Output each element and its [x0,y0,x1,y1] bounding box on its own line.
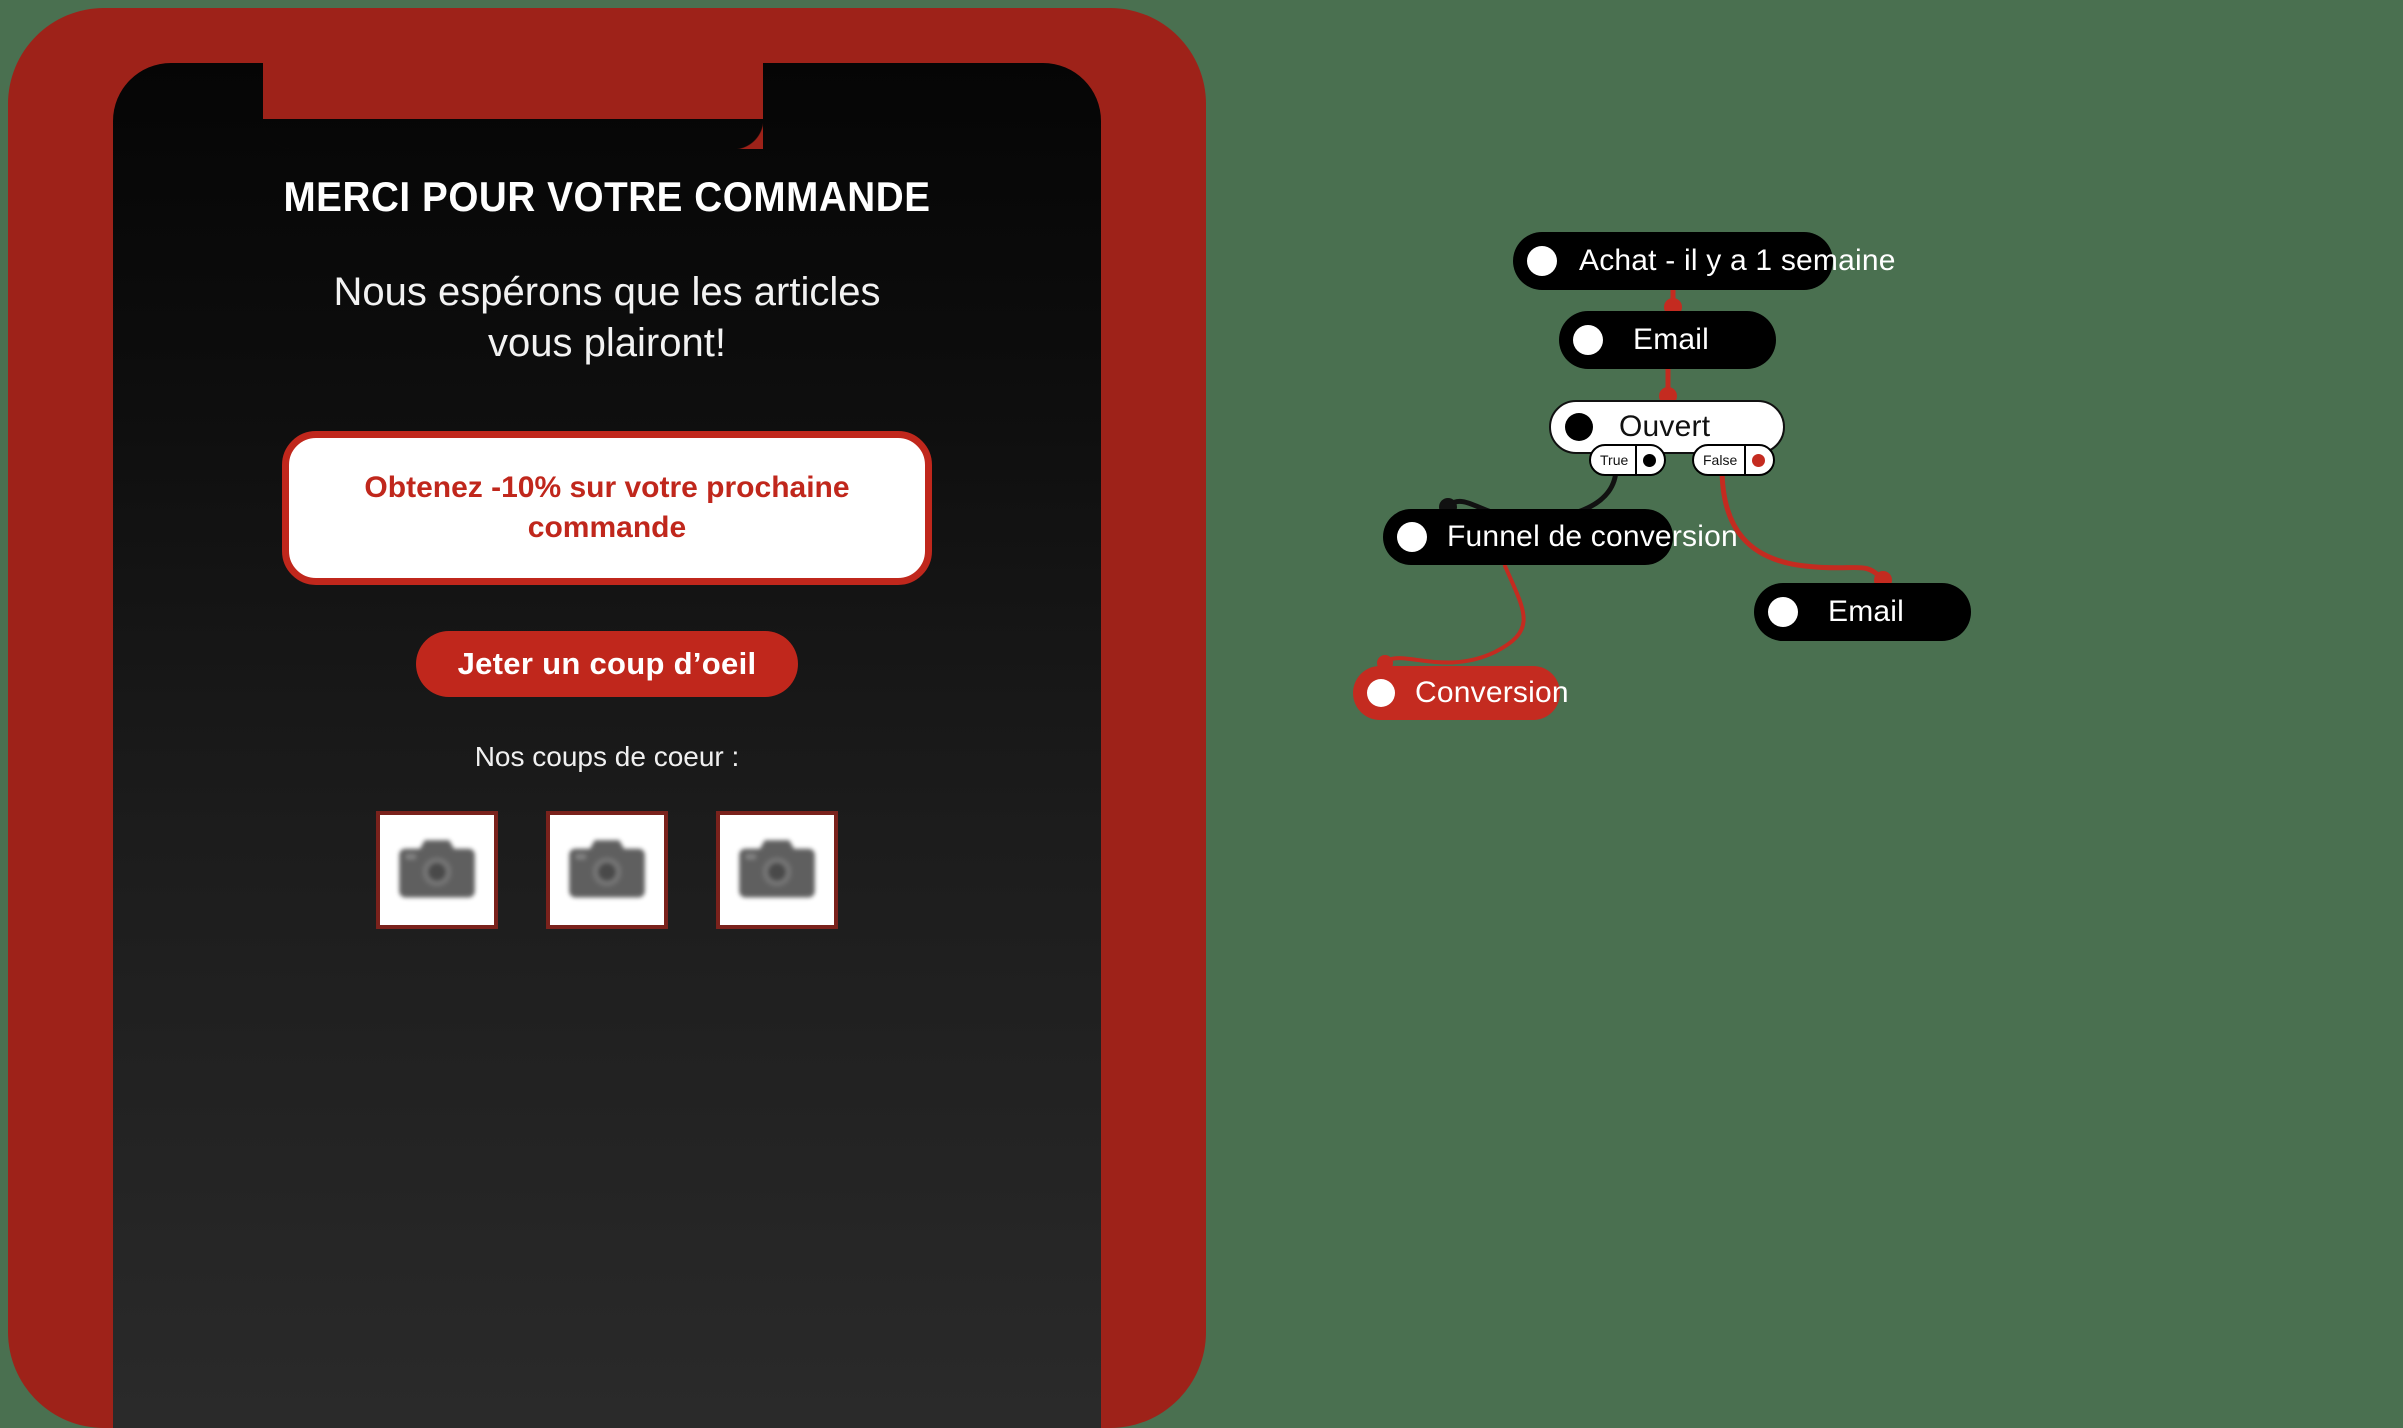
node-status-dot [1565,413,1593,441]
camera-icon [738,835,816,904]
edge-false-to-email2 [1719,465,1884,581]
camera-icon [398,835,476,904]
node-status-dot [1573,325,1603,355]
promo-offer-card[interactable]: Obtenez -10% sur votre prochaine command… [282,431,932,585]
flow-node-label: Email [1633,323,1710,356]
flow-node-label: Conversion [1415,676,1569,709]
product-thumbnail[interactable] [546,810,668,929]
flow-node-label: Funnel de conversion [1447,520,1738,553]
our-picks-label: Nos coups de coeur : [474,740,740,772]
product-thumbnail[interactable] [376,810,498,929]
automation-flowchart: Achat - il y a 1 semaine Email Ouvert Tr… [1280,0,2403,1332]
phone-screen: MERCI POUR VOTRE COMMANDE Nous espérons … [113,63,1101,1428]
flow-node-label: Email [1828,595,1905,628]
email-preview-content: MERCI POUR VOTRE COMMANDE Nous espérons … [113,63,1101,929]
port-divider [1635,446,1638,474]
node-status-dot [1367,679,1395,707]
port-connector-dot [1752,453,1766,467]
camera-icon [568,835,646,904]
flow-node-email-2[interactable]: Email [1754,583,1971,641]
take-a-look-button[interactable]: Jeter un coup d’oeil [415,630,799,697]
edge-funnel-to-conversion [1385,564,1526,665]
flow-node-label: Achat - il y a 1 semaine [1579,244,1896,277]
port-divider [1744,446,1747,474]
node-status-dot [1768,597,1798,627]
node-status-dot [1527,246,1557,276]
promo-offer-text: Obtenez -10% sur votre prochaine command… [364,471,850,544]
phone-notch [263,63,763,149]
node-status-dot [1397,522,1427,552]
product-thumbnail-row [113,810,1101,929]
flow-port-label: True [1600,452,1629,468]
flow-node-email-1[interactable]: Email [1559,311,1776,369]
flow-port-false[interactable]: False [1692,444,1776,476]
flow-port-label: False [1703,452,1738,468]
flow-node-label: Ouvert [1619,410,1711,443]
port-connector-dot [1643,453,1657,467]
subtitle-text: Nous espérons que les articles vous plai… [333,270,881,366]
flow-node-funnel[interactable]: Funnel de conversion [1383,509,1738,565]
product-thumbnail[interactable] [716,810,838,929]
flow-node-achat[interactable]: Achat - il y a 1 semaine [1513,232,1895,290]
flow-node-conversion[interactable]: Conversion [1353,666,1569,720]
flow-port-true[interactable]: True [1589,444,1667,476]
page-title: MERCI POUR VOTRE COMMANDE [283,173,931,220]
phone-mockup: MERCI POUR VOTRE COMMANDE Nous espérons … [8,8,1206,1428]
